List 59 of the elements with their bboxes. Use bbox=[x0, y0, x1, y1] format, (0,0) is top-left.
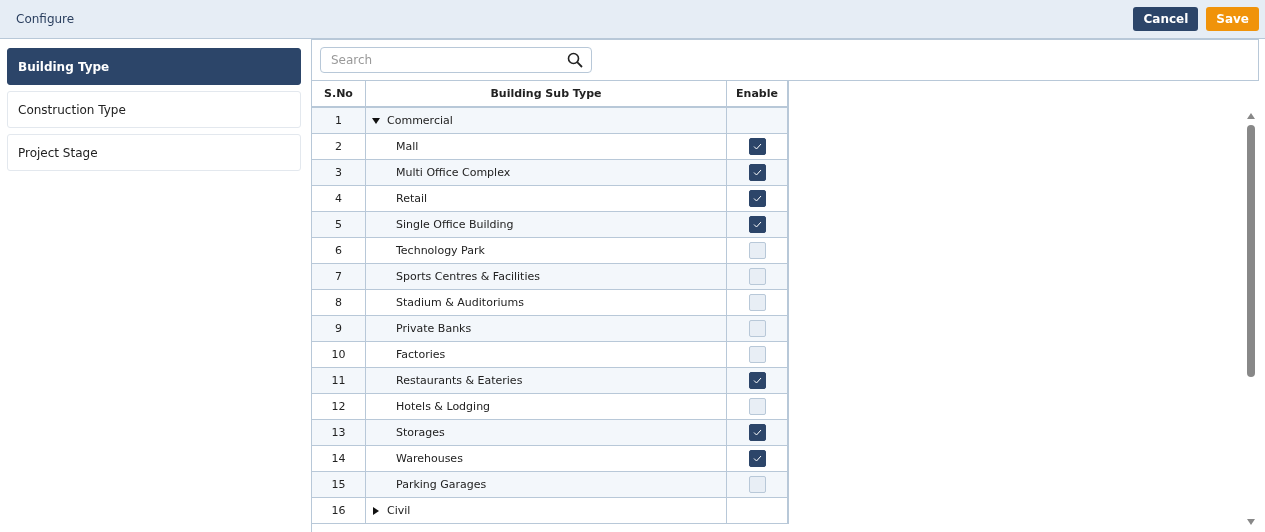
table-cell: 2 bbox=[312, 134, 366, 159]
enable-checkbox[interactable] bbox=[748, 138, 766, 155]
check-icon bbox=[752, 455, 762, 462]
column-header: Enable bbox=[727, 81, 788, 106]
table-cell: 16 bbox=[312, 498, 366, 523]
check-icon bbox=[752, 195, 762, 202]
enable-checkbox[interactable] bbox=[748, 164, 766, 181]
table-cell: 6 bbox=[312, 238, 366, 263]
cancel-button[interactable]: Cancel bbox=[1133, 7, 1199, 31]
table-cell: 11 bbox=[312, 368, 366, 393]
table-cell: 10 bbox=[312, 342, 366, 367]
sub-type-name: Multi Office Complex bbox=[395, 166, 511, 179]
page-title: Configure bbox=[16, 12, 75, 26]
check-icon bbox=[752, 377, 762, 384]
enable-checkbox[interactable] bbox=[748, 450, 766, 467]
enable-checkbox[interactable] bbox=[748, 372, 766, 389]
sidebar-item[interactable]: Construction Type bbox=[7, 91, 301, 128]
sub-type-name: Sports Centres & Facilities bbox=[395, 270, 540, 283]
table-cell: 8 bbox=[312, 290, 366, 315]
sidebar-item[interactable]: Building Type bbox=[7, 48, 301, 85]
check-icon bbox=[752, 429, 762, 436]
sub-type-name: Parking Garages bbox=[395, 478, 487, 491]
caret-right-icon[interactable] bbox=[372, 506, 380, 515]
sub-type-name: Retail bbox=[395, 192, 428, 205]
sub-type-name: Stadium & Auditoriums bbox=[395, 296, 524, 309]
sub-type-name: Private Banks bbox=[395, 322, 472, 335]
search-icon bbox=[567, 52, 583, 68]
column-header: Building Sub Type bbox=[366, 81, 727, 106]
table-cell: 12 bbox=[312, 394, 366, 419]
sub-type-name: Mall bbox=[395, 140, 419, 153]
sidebar-item[interactable]: Project Stage bbox=[7, 134, 301, 171]
sub-type-name: Hotels & Lodging bbox=[395, 400, 491, 413]
scrollbar[interactable] bbox=[1245, 111, 1257, 527]
search-field[interactable]: Search bbox=[320, 47, 592, 73]
group-name: Commercial bbox=[386, 114, 453, 127]
table-cell: 15 bbox=[312, 472, 366, 497]
sub-type-name: Single Office Building bbox=[395, 218, 514, 231]
column-header: S.No bbox=[312, 81, 366, 106]
table-cell: 9 bbox=[312, 316, 366, 341]
sub-type-name: Factories bbox=[395, 348, 446, 361]
table-cell: 5 bbox=[312, 212, 366, 237]
sub-type-name: Restaurants & Eateries bbox=[395, 374, 523, 387]
table-cell: 7 bbox=[312, 264, 366, 289]
table-cell: 13 bbox=[312, 420, 366, 445]
table-cell: 1 bbox=[312, 108, 366, 133]
sub-type-name: Technology Park bbox=[395, 244, 485, 257]
enable-checkbox[interactable] bbox=[748, 424, 766, 441]
sub-type-name: Warehouses bbox=[395, 452, 463, 465]
table-cell: 14 bbox=[312, 446, 366, 471]
table-cell: 3 bbox=[312, 160, 366, 185]
enable-checkbox[interactable] bbox=[748, 190, 766, 207]
check-icon bbox=[752, 221, 762, 228]
check-icon bbox=[752, 169, 762, 176]
sub-type-name: Storages bbox=[395, 426, 445, 439]
table-cell: 4 bbox=[312, 186, 366, 211]
check-icon bbox=[752, 143, 762, 150]
enable-checkbox[interactable] bbox=[748, 216, 766, 233]
group-name: Civil bbox=[386, 504, 411, 517]
caret-down-icon[interactable] bbox=[372, 116, 380, 125]
